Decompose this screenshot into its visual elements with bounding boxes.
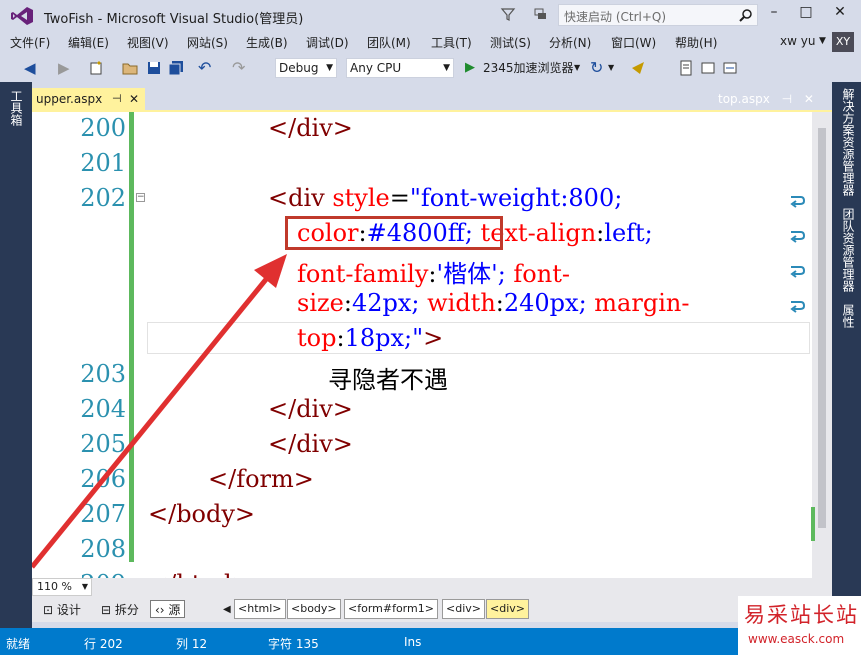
annotation-arrow bbox=[32, 254, 287, 569]
menu-tools[interactable]: 工具(T) bbox=[431, 34, 472, 51]
comment-icon[interactable] bbox=[700, 60, 716, 76]
refresh-dropdown-icon[interactable]: ▼ bbox=[608, 58, 614, 78]
open-folder-icon[interactable] bbox=[122, 60, 138, 76]
site-watermark: 易采站长站 www.easck.com bbox=[738, 596, 861, 655]
split-view-button[interactable]: ⊟ 拆分 bbox=[96, 600, 144, 618]
tab-label: upper.aspx bbox=[36, 92, 103, 106]
status-bar: 就绪 行 202 列 12 字符 135 Ins bbox=[0, 628, 861, 655]
refresh-icon[interactable]: ↻ bbox=[590, 58, 603, 78]
maximize-button[interactable]: □ bbox=[794, 4, 818, 24]
vertical-scrollbar[interactable] bbox=[811, 112, 832, 578]
back-icon[interactable]: ◀ bbox=[24, 58, 36, 78]
tab-upper-aspx[interactable]: upper.aspx ⊣ ✕ bbox=[32, 88, 145, 110]
code-editor[interactable]: − 200 201 202 203 204 205 206 207 208 20… bbox=[32, 112, 812, 578]
design-label: 设计 bbox=[56, 603, 81, 617]
save-all-icon[interactable] bbox=[168, 60, 184, 76]
breadcrumb-item-selected[interactable]: <div> bbox=[486, 599, 529, 619]
save-icon[interactable] bbox=[146, 60, 162, 76]
scrollbar-thumb[interactable] bbox=[818, 128, 826, 528]
uncomment-icon[interactable] bbox=[722, 60, 738, 76]
breadcrumb-item[interactable]: <html> bbox=[234, 599, 286, 619]
breadcrumb-item[interactable]: <form#form1> bbox=[344, 599, 438, 619]
toolbox-tab[interactable]: 工具箱 bbox=[8, 90, 25, 126]
pin-icon[interactable]: ⊣ bbox=[782, 92, 792, 106]
menu-debug[interactable]: 调试(D) bbox=[306, 34, 349, 51]
menu-edit[interactable]: 编辑(E) bbox=[68, 34, 109, 51]
page-icon[interactable] bbox=[678, 60, 694, 76]
menu-website[interactable]: 网站(S) bbox=[187, 34, 228, 51]
status-ready: 就绪 bbox=[6, 637, 31, 651]
configuration-select[interactable]: Debug ▼ bbox=[275, 58, 337, 78]
menu-help[interactable]: 帮助(H) bbox=[675, 34, 717, 51]
toolbar: ◀ ▶ ↶ ↷ Debug ▼ Any CPU ▼ ▶ 2345加速浏览器 ▼ ↻ … bbox=[0, 54, 861, 82]
menu-file[interactable]: 文件(F) bbox=[10, 34, 50, 51]
menu-build[interactable]: 生成(B) bbox=[246, 34, 288, 51]
status-line: 行 202 bbox=[84, 637, 123, 651]
new-project-icon[interactable] bbox=[88, 60, 104, 76]
platform-select[interactable]: Any CPU ▼ bbox=[346, 58, 454, 78]
chevron-down-icon: ▼ bbox=[81, 582, 88, 591]
watermark-url: www.easck.com bbox=[748, 632, 845, 646]
right-tool-strip: 解决方案资源管理器 团队资源管理器 属性 bbox=[832, 82, 861, 628]
status-insert-mode: Ins bbox=[404, 635, 422, 649]
browser-dropdown-icon[interactable]: ▼ bbox=[574, 58, 580, 78]
avatar[interactable]: XY bbox=[832, 32, 854, 52]
properties-tab[interactable]: 属性 bbox=[840, 304, 857, 328]
feedback-filter-icon[interactable] bbox=[500, 6, 516, 22]
source-label: 源 bbox=[168, 603, 181, 617]
design-view-button[interactable]: ⊡ 设计 bbox=[38, 600, 86, 618]
menu-bar: 文件(F) 编辑(E) 视图(V) 网站(S) 生成(B) 调试(D) 团队(M… bbox=[0, 32, 861, 52]
search-icon[interactable] bbox=[739, 8, 753, 22]
split-label: 拆分 bbox=[114, 603, 139, 617]
notification-flag-icon[interactable] bbox=[532, 6, 548, 22]
menu-view[interactable]: 视图(V) bbox=[127, 34, 169, 51]
minimize-button[interactable]: – bbox=[762, 4, 786, 24]
document-tab-row: upper.aspx ⊣ ✕ top.aspx ⊣ ✕ ▼ bbox=[32, 88, 832, 120]
close-button[interactable]: ✕ bbox=[828, 4, 852, 24]
menu-analyze[interactable]: 分析(N) bbox=[549, 34, 591, 51]
quick-launch-input[interactable]: 快速启动 (Ctrl+Q) bbox=[558, 4, 758, 26]
breadcrumb-item[interactable]: <div> bbox=[442, 599, 485, 619]
source-view-button[interactable]: ‹› 源 bbox=[150, 600, 186, 618]
menu-window[interactable]: 窗口(W) bbox=[611, 34, 656, 51]
run-play-icon[interactable]: ▶ bbox=[465, 58, 475, 78]
platform-value: Any CPU bbox=[350, 61, 402, 75]
window-title: TwoFish - Microsoft Visual Studio(管理员) bbox=[44, 12, 304, 27]
forward-icon[interactable]: ▶ bbox=[58, 58, 70, 78]
watermark-name: 易采站长站 bbox=[744, 603, 859, 627]
menu-test[interactable]: 测试(S) bbox=[490, 34, 531, 51]
publish-icon[interactable] bbox=[630, 60, 646, 76]
redo-icon[interactable]: ↷ bbox=[232, 58, 245, 78]
breadcrumb-item[interactable]: <body> bbox=[287, 599, 341, 619]
user-name[interactable]: xw yu bbox=[780, 34, 815, 48]
zoom-value: 110 % bbox=[37, 580, 72, 593]
solution-explorer-tab[interactable]: 解决方案资源管理器 bbox=[840, 88, 857, 196]
tab-label: top.aspx bbox=[718, 92, 770, 106]
chevron-down-icon: ▼ bbox=[326, 63, 333, 73]
close-icon[interactable]: ✕ bbox=[804, 92, 814, 106]
zoom-select[interactable]: 110 % ▼ bbox=[32, 578, 92, 596]
left-tool-strip: 工具箱 bbox=[0, 82, 32, 628]
status-char: 字符 135 bbox=[268, 637, 319, 651]
view-switch-bar: ⊡ 设计 ⊟ 拆分 ‹› 源 ◀ <html> <body> <form#for… bbox=[32, 596, 832, 622]
title-bar: TwoFish - Microsoft Visual Studio(管理员) 快… bbox=[0, 0, 861, 32]
visual-studio-logo-icon bbox=[11, 7, 33, 25]
team-explorer-tab[interactable]: 团队资源管理器 bbox=[840, 208, 857, 292]
configuration-value: Debug bbox=[279, 61, 319, 75]
user-dropdown-icon[interactable]: ▼ bbox=[819, 36, 826, 46]
editor-bottom-bar: 110 % ▼ bbox=[32, 578, 832, 596]
status-column: 列 12 bbox=[176, 637, 208, 651]
menu-team[interactable]: 团队(M) bbox=[367, 34, 411, 51]
quick-launch-placeholder: 快速启动 (Ctrl+Q) bbox=[564, 10, 667, 24]
chevron-down-icon: ▼ bbox=[443, 63, 450, 73]
change-marker bbox=[811, 507, 815, 541]
close-icon[interactable]: ✕ bbox=[129, 88, 139, 110]
undo-icon[interactable]: ↶ bbox=[198, 58, 211, 78]
run-browser-button[interactable]: 2345加速浏览器 bbox=[483, 58, 574, 78]
pin-icon[interactable]: ⊣ bbox=[112, 88, 122, 110]
